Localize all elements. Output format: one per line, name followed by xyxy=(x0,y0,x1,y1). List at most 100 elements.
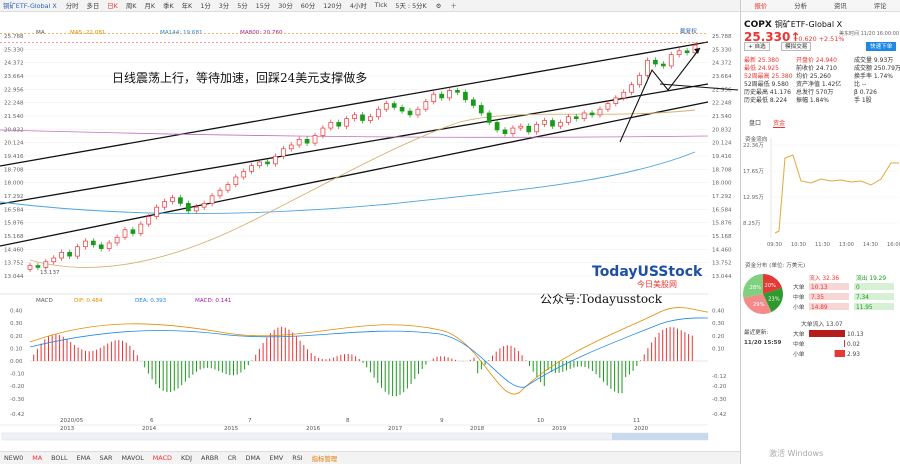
flow-row-label: 大单 xyxy=(793,283,805,291)
candle-body xyxy=(605,103,611,110)
candle-body xyxy=(660,63,666,67)
candle-body xyxy=(114,236,120,244)
plus-icon[interactable]: ＋ xyxy=(450,1,456,10)
gear-icon[interactable]: ⚙ xyxy=(436,2,442,10)
tab-period-8[interactable]: 3分 xyxy=(219,1,229,10)
indicator-tab-13[interactable]: 指标管理 xyxy=(312,454,338,463)
candle-body xyxy=(629,84,635,93)
indicator-tab-7[interactable]: KDJ xyxy=(181,454,192,462)
mini-x-label: 16:00 xyxy=(887,242,900,248)
y-tick-left: 15.876 xyxy=(4,221,24,227)
macd-tick-left: 0.40 xyxy=(10,309,23,315)
indicator-tab-12[interactable]: RSI xyxy=(292,454,302,462)
y-tick-left: 25.788 xyxy=(4,34,24,40)
indicator-tab-5[interactable]: MAVOL xyxy=(121,454,143,462)
tab-period-3[interactable]: 周K xyxy=(126,1,137,10)
outflow-value: 7.34 xyxy=(856,295,869,301)
indicator-tab-2[interactable]: BOLL xyxy=(51,454,67,462)
candle-body xyxy=(447,90,452,99)
tab-period-15[interactable]: Tick xyxy=(375,1,388,10)
panel-tab-1[interactable]: 分析 xyxy=(794,1,807,10)
indicator-tab-6[interactable]: MACD xyxy=(153,454,172,462)
indicator-tab-10[interactable]: DMA xyxy=(246,454,261,462)
quote-cell: 换手率 1.74% xyxy=(854,73,893,80)
year-label: 2020 xyxy=(634,426,649,432)
candle-body xyxy=(344,118,350,127)
indicator-tab-3[interactable]: EMA xyxy=(77,454,91,462)
y-tick-right: 24.372 xyxy=(712,61,732,67)
panel-tab-2[interactable]: 资讯 xyxy=(834,1,847,10)
candle-body xyxy=(225,184,231,191)
range-navigator xyxy=(1,432,709,441)
quote-cell: 成交量 9.93万 xyxy=(854,57,894,64)
candle-body xyxy=(383,103,389,110)
mini-y-label: 22.36万 xyxy=(743,142,764,149)
instrument-title[interactable]: 铜矿ETF-Global X xyxy=(3,1,57,10)
indicator-tab-11[interactable]: EMV xyxy=(269,454,283,462)
panel-tab-0[interactable]: 报价 xyxy=(754,1,767,10)
candle-body xyxy=(288,144,294,150)
tab-period-0[interactable]: 分时 xyxy=(66,1,79,10)
panel-tab-3[interactable]: 评论 xyxy=(874,1,887,10)
candle-body xyxy=(439,93,445,99)
candle-body xyxy=(542,120,547,125)
y-tick-right: 22.248 xyxy=(712,101,732,107)
tab-period-12[interactable]: 60分 xyxy=(301,1,316,10)
tab-period-13[interactable]: 120分 xyxy=(323,1,342,10)
tab-period-10[interactable]: 15分 xyxy=(256,1,271,10)
tab-period-5[interactable]: 季K xyxy=(163,1,174,10)
quote-row: 最新 25.380 开盘价 24.940 成交量 9.93万 xyxy=(744,57,899,65)
quote-row: 52周最低 9.580 资产净值 1.42亿 比 -- xyxy=(744,81,899,89)
add-watchlist-button[interactable]: + 自选 xyxy=(744,42,770,51)
tab-period-7[interactable]: 1分 xyxy=(200,1,210,10)
macd-tick-left: -0.30 xyxy=(10,397,25,403)
paper-trade-button[interactable]: 模拟交易 xyxy=(781,42,812,51)
tab-period-11[interactable]: 30分 xyxy=(278,1,293,10)
indicator-tab-4[interactable]: SAR xyxy=(99,454,112,462)
quick-order-button[interactable]: 快速下单 xyxy=(866,42,897,51)
indicator-tab-9[interactable]: CR xyxy=(228,454,237,462)
candle-body xyxy=(154,206,160,217)
kline-chart[interactable]: 25.788 25.788 25.330 25.330 24.372 24.372 23.6… xyxy=(0,12,740,451)
tab-period-1[interactable]: 多日 xyxy=(87,1,100,10)
macd-tick-left: 0.20 xyxy=(10,334,23,340)
macd-tick-left: -0.10 xyxy=(10,372,25,378)
mini-flow-line xyxy=(774,154,899,234)
y-tick-left: 15.168 xyxy=(4,234,24,240)
tab-period-6[interactable]: 年K xyxy=(182,1,193,10)
y-tick-left: 13.044 xyxy=(4,274,24,280)
candle-body xyxy=(43,261,49,268)
tab-period-9[interactable]: 5分 xyxy=(237,1,247,10)
candle-body xyxy=(431,93,437,103)
watermark-cn: 今日美股网 xyxy=(637,279,677,289)
quote-row: 历史最低 8.224 振幅 1.84% 手 1股 xyxy=(744,97,899,105)
y-tick-left: 18.708 xyxy=(4,167,24,173)
year-label: 2014 xyxy=(142,426,157,432)
indicator-tab-8[interactable]: ARBR xyxy=(201,454,219,462)
ma5-value: MA5: 22.081 xyxy=(70,30,106,36)
pie-label: 23% xyxy=(768,296,780,302)
indicator-tab-0[interactable]: NEW0 xyxy=(4,454,23,462)
tab-fund[interactable]: 资金 xyxy=(773,118,786,128)
mini-x-label: 09:30 xyxy=(767,242,782,248)
month-label: 7 xyxy=(248,418,252,424)
pie-label: 20% xyxy=(764,283,776,289)
candle-body xyxy=(478,105,484,114)
quote-cell: 52周最低 9.580 xyxy=(744,81,789,88)
quote-cell: 成交额 250.79万 xyxy=(854,65,900,72)
dea-value: DEA: 0.393 xyxy=(135,298,167,304)
tab-period-4[interactable]: 月K xyxy=(144,1,155,10)
indicator-tab-1[interactable]: MA xyxy=(32,454,42,462)
tab-period-2[interactable]: 日K xyxy=(107,1,118,10)
tab-period-16[interactable]: 5天 : 5分K xyxy=(395,1,426,10)
y-tick-left: 21.540 xyxy=(4,114,24,120)
candle-body xyxy=(558,122,563,127)
tab-orderbook[interactable]: 盘口 xyxy=(749,118,761,127)
candle-body xyxy=(360,114,365,121)
net-row-label: 中单 xyxy=(793,340,805,348)
net-bar xyxy=(844,340,845,347)
candle-body xyxy=(193,206,199,212)
y-tick-right: 16.584 xyxy=(712,207,732,213)
month-label: 11 xyxy=(633,418,641,424)
tab-period-14[interactable]: 4小时 xyxy=(350,1,367,10)
